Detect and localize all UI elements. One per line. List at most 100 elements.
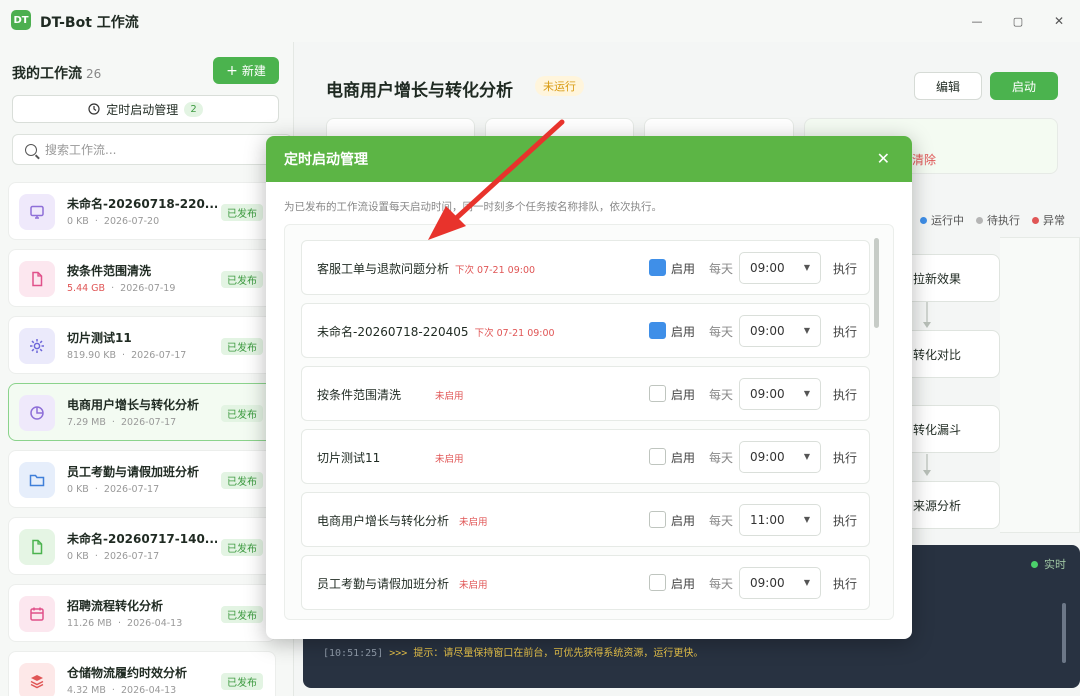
schedule-manage-button[interactable]: 定时启动管理 2 [12,95,279,123]
workflow-date: 2026-07-17 [103,551,160,562]
title-bar: DT DT-Bot 工作流 — ▢ ✕ [0,0,1080,42]
enable-checkbox[interactable] [649,448,666,465]
start-button[interactable]: 启动 [990,72,1058,100]
schedule-workflow-name: 电商用户增长与转化分析 [317,512,449,529]
log-line: [10:51:25] >>> 提示：请尽量保持窗口在前台，可优先获得系统资源，运… [323,644,703,659]
chevron-down-icon: ▼ [803,389,810,398]
time-select[interactable]: 09:00 ▼ [739,378,821,410]
enable-checkbox[interactable] [649,322,666,339]
time-value: 11:00 [750,513,785,527]
chevron-down-icon: ▼ [803,263,810,272]
live-label: 实时 [1044,558,1066,571]
flow-canvas [1000,237,1080,533]
time-select[interactable]: 09:00 ▼ [739,567,821,599]
workflow-item[interactable]: 按条件范围清洗 5.44 GB · 2026-07-19 已发布 [8,249,276,307]
published-badge: 已发布 [221,472,263,489]
search-input[interactable]: 搜索工作流... [45,141,116,158]
workflow-name: 电商用户增长与转化分析 [67,398,200,412]
run-now-button[interactable]: 执行 [833,512,857,529]
daily-label: 每天 [709,451,734,465]
edit-button[interactable]: 编辑 [914,72,982,100]
workflow-size: 5.44 GB [67,283,106,294]
search-box[interactable]: 搜索工作流... [12,134,292,165]
enable-label: 启用 [671,514,696,528]
published-badge: 已发布 [221,539,263,556]
sidebar: 我的工作流 26 + 新建 定时启动管理 2 搜索工作流... 未命名-202607… [0,42,294,696]
clear-link[interactable]: 清除 [912,151,936,168]
time-select[interactable]: 09:00 ▼ [739,315,821,347]
run-now-button[interactable]: 执行 [833,323,857,340]
flow-node[interactable]: 拉新效果 [904,254,1000,302]
workflow-date: 2026-07-17 [121,417,177,428]
flow-node[interactable]: 转化对比 [904,330,1000,378]
app-title: DT-Bot 工作流 [40,15,139,31]
run-now-button[interactable]: 执行 [833,260,857,277]
published-badge: 已发布 [221,673,263,690]
chevron-down-icon: ▼ [803,326,810,335]
workflow-meta: 11.26 MB · 2026-04-13 [67,618,183,629]
workflow-meta: 819.90 KB · 2026-07-17 [67,350,187,361]
log-message: >>> 提示：请尽量保持窗口在前台，可优先获得系统资源，运行更快。 [389,648,704,659]
run-now-button[interactable]: 执行 [833,449,857,466]
enable-checkbox[interactable] [649,574,666,591]
new-button-label: 新建 [241,64,266,78]
app-logo: DT [11,10,31,30]
published-badge: 已发布 [221,606,263,623]
workflow-item[interactable]: 未命名-20260717-140... 0 KB · 2026-07-17 已发布 [8,517,276,575]
enable-label: 启用 [671,577,696,591]
sidebar-title: 我的工作流 26 [12,63,101,83]
legend-label: 异常 [1043,214,1065,227]
daily-label: 每天 [709,262,734,276]
workflow-item[interactable]: 电商用户增长与转化分析 7.29 MB · 2026-07-17 已发布 [8,383,276,441]
time-value: 09:00 [750,387,785,401]
workflow-meta: 4.32 MB · 2026-04-13 [67,685,177,696]
workflow-meta: 0 KB · 2026-07-20 [67,216,160,227]
time-select[interactable]: 09:00 ▼ [739,441,821,473]
minimize-button[interactable]: — [965,10,989,32]
console-scrollbar[interactable] [1062,603,1066,663]
published-badge: 已发布 [221,271,263,288]
workflow-date: 2026-04-13 [127,618,183,629]
time-select[interactable]: 09:00 ▼ [739,252,821,284]
modal-close-button[interactable]: ✕ [877,149,890,168]
schedule-row: 电商用户增长与转化分析 未启用 启用 每天 11:00 ▼ 执行 [301,492,870,547]
published-badge: 已发布 [221,204,263,221]
daily-label: 每天 [709,325,734,339]
layers-icon [19,663,55,696]
clock-icon [88,103,100,115]
workflow-name: 未命名-20260717-140... [67,532,217,546]
legend-running: 运行中 [920,212,964,228]
workflow-item[interactable]: 招聘流程转化分析 11.26 MB · 2026-04-13 已发布 [8,584,276,642]
enable-label: 启用 [671,262,696,276]
new-workflow-button[interactable]: + 新建 [213,57,279,84]
legend-pending: 待执行 [976,212,1020,228]
time-select[interactable]: 11:00 ▼ [739,504,821,536]
enable-checkbox[interactable] [649,385,666,402]
workflow-item[interactable]: 员工考勤与请假加班分析 0 KB · 2026-07-17 已发布 [8,450,276,508]
schedule-modal: 定时启动管理 ✕ 为已发布的工作流设置每天启动时间，同一时刻多个任务按名称排队，… [266,136,912,639]
run-now-button[interactable]: 执行 [833,575,857,592]
workflow-size: 819.90 KB [67,350,117,361]
disabled-status: 未启用 [435,391,464,402]
close-window-button[interactable]: ✕ [1047,10,1071,32]
schedule-button-label: 定时启动管理 [106,102,179,117]
next-run-time: 下次 07-21 09:00 [474,328,555,339]
flow-node[interactable]: 来源分析 [904,481,1000,529]
run-now-button[interactable]: 执行 [833,386,857,403]
enable-checkbox[interactable] [649,511,666,528]
workflow-date: 2026-07-19 [120,283,176,294]
workflow-item[interactable]: 仓储物流履约时效分析 4.32 MB · 2026-04-13 已发布 [8,651,276,696]
chevron-down-icon: ▼ [803,452,810,461]
disabled-status: 未启用 [459,580,488,591]
schedule-count-badge: 2 [184,101,203,117]
modal-scrollbar[interactable] [874,238,879,328]
flow-node[interactable]: 转化漏斗 [904,405,1000,453]
workflow-name: 员工考勤与请假加班分析 [67,465,200,479]
search-icon [25,143,37,156]
schedule-name-text: 电商用户增长与转化分析 [317,514,450,528]
log-timestamp: [10:51:25] [323,648,384,659]
enable-checkbox[interactable] [649,259,666,276]
workflow-item[interactable]: 未命名-20260718-220... 0 KB · 2026-07-20 已发布 [8,182,276,240]
workflow-item[interactable]: 切片测试11 819.90 KB · 2026-07-17 已发布 [8,316,276,374]
maximize-button[interactable]: ▢ [1006,10,1030,32]
